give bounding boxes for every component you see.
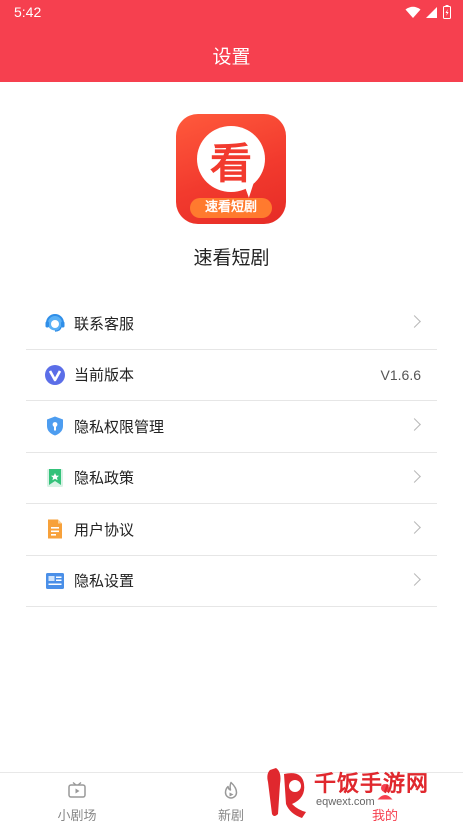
wifi-icon: [405, 6, 421, 18]
chevron-right-icon: [408, 521, 421, 535]
bookmark-icon: [44, 467, 66, 489]
app-name: 速看短剧: [193, 247, 270, 269]
chevron-right-icon: [408, 469, 421, 483]
menu-label: 隐私政策: [74, 469, 135, 488]
tab-theater[interactable]: 小剧场: [0, 773, 154, 824]
watermark-url: eqwext.com: [316, 796, 375, 808]
logo-char: 看: [209, 139, 252, 188]
menu-item-version[interactable]: 当前版本 V1.6.6: [26, 350, 437, 401]
version-value: V1.6.6: [380, 366, 421, 383]
status-time: 5:42: [14, 4, 42, 20]
tv-icon: [68, 781, 86, 798]
flame-icon: [224, 781, 238, 799]
status-bar: 5:42: [0, 0, 463, 26]
watermark: 千饭手游网 eqwext.com: [262, 764, 458, 822]
id-card-icon: [44, 570, 66, 592]
menu-label: 当前版本: [74, 366, 135, 385]
watermark-logo: [267, 768, 306, 818]
menu-label: 联系客服: [74, 314, 135, 333]
chevron-right-icon: [408, 572, 421, 586]
menu-item-privacy-settings[interactable]: 隐私设置: [26, 556, 437, 607]
app-header: 5:42 设置: [0, 0, 463, 82]
menu-item-privacy-permissions[interactable]: 隐私权限管理: [26, 401, 437, 453]
logo-banner: 速看短剧: [190, 198, 272, 218]
chevron-right-icon: [408, 418, 421, 432]
menu-item-privacy-policy[interactable]: 隐私政策: [26, 453, 437, 504]
app-logo: 看 速看短剧: [176, 114, 286, 224]
version-icon: [44, 364, 66, 386]
battery-icon: [443, 5, 451, 19]
signal-icon: [426, 6, 437, 18]
page-title: 设置: [212, 46, 251, 68]
status-icons: [405, 5, 451, 19]
document-icon: [44, 518, 66, 540]
tab-label: 小剧场: [57, 809, 97, 824]
customer-service-icon: [44, 312, 66, 334]
menu-item-customer-service[interactable]: 联系客服: [26, 298, 437, 350]
watermark-text: 千饭手游网: [314, 772, 430, 797]
menu-label: 隐私权限管理: [74, 417, 165, 436]
privacy-shield-icon: [44, 415, 66, 437]
menu-label: 隐私设置: [74, 572, 135, 591]
chevron-right-icon: [408, 315, 421, 329]
settings-menu: 联系客服 当前版本 V1.6.6 隐私权限管理 隐私政策 用户协议 隐私设置: [26, 298, 437, 607]
menu-label: 用户协议: [74, 520, 135, 539]
menu-item-user-agreement[interactable]: 用户协议: [26, 504, 437, 556]
